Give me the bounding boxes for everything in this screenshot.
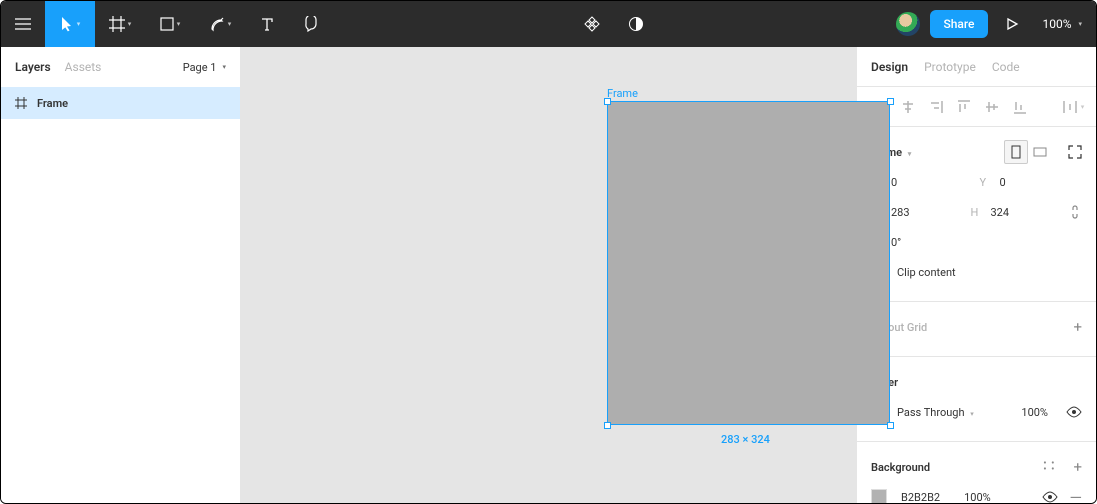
selected-frame[interactable] [607, 101, 890, 425]
components-icon[interactable] [570, 1, 614, 47]
opacity-input[interactable]: 100% [1021, 406, 1048, 419]
visibility-toggle[interactable] [1066, 406, 1082, 418]
layer-name: Frame [37, 97, 68, 110]
align-bottom-icon[interactable] [1007, 94, 1033, 120]
pen-tool[interactable]: ▾ [195, 1, 245, 47]
bg-color-swatch[interactable] [871, 489, 887, 503]
background-title: Background [871, 461, 930, 474]
frame-label[interactable]: Frame [607, 87, 638, 100]
add-layout-grid-button[interactable]: + [1073, 318, 1082, 336]
orientation-portrait[interactable] [1004, 140, 1028, 164]
distribute-icon[interactable]: ▾ [1060, 94, 1086, 120]
chevron-down-icon: ▾ [77, 20, 81, 28]
comment-tool[interactable] [289, 1, 333, 47]
move-tool[interactable]: ▾ [45, 1, 95, 47]
chevron-down-icon: ▾ [177, 20, 181, 28]
zoom-value: 100% [1042, 17, 1071, 31]
bg-opacity-input[interactable]: 100% [964, 491, 991, 504]
align-right-icon[interactable] [923, 94, 949, 120]
layer-section: Layer Pass Through ▾ 100% [857, 357, 1096, 442]
align-top-icon[interactable] [951, 94, 977, 120]
frame-tool[interactable]: ▾ [95, 1, 145, 47]
tab-code[interactable]: Code [992, 60, 1020, 74]
y-input[interactable]: Y0 [980, 176, 1083, 189]
align-vcenter-icon[interactable] [979, 94, 1005, 120]
page-label: Page 1 [183, 61, 217, 74]
layout-grid-section: Layout Grid + [857, 302, 1096, 357]
tab-assets[interactable]: Assets [65, 60, 102, 74]
resize-to-fit-icon[interactable] [1068, 145, 1082, 159]
constrain-proportions-icon[interactable] [1070, 204, 1082, 220]
zoom-select[interactable]: 100% ▾ [1034, 17, 1096, 31]
avatar[interactable] [896, 12, 920, 36]
bg-hex-input[interactable]: B2B2B2 [901, 491, 940, 504]
bg-visibility-toggle[interactable] [1042, 491, 1058, 503]
tab-design[interactable]: Design [871, 60, 908, 74]
align-hcenter-icon[interactable] [895, 94, 921, 120]
background-section: Background • •• • + B2B2B2 100% — [857, 442, 1096, 503]
height-input[interactable]: H324 [971, 206, 1065, 219]
clip-content-label: Clip content [897, 266, 956, 279]
style-picker-icon[interactable]: • •• • [1043, 461, 1055, 473]
resize-handle-se[interactable] [887, 422, 894, 429]
text-tool[interactable] [245, 1, 289, 47]
resize-handle-sw[interactable] [604, 422, 611, 429]
mask-icon[interactable] [614, 1, 658, 47]
remove-fill-button[interactable]: — [1070, 488, 1083, 504]
chevron-down-icon: ▾ [128, 20, 132, 28]
frame-icon [15, 97, 27, 109]
chevron-down-icon: ▾ [1079, 20, 1083, 28]
add-fill-button[interactable]: + [1073, 458, 1082, 476]
canvas[interactable]: Frame 283 × 324 [241, 47, 856, 503]
frame-section: Frame ▾ X0 Y0 W283 H324 [857, 127, 1096, 302]
page-select[interactable]: Page 1 ▾ [183, 61, 226, 74]
blend-mode-select[interactable]: Pass Through ▾ [897, 406, 974, 419]
tab-layers[interactable]: Layers [15, 60, 51, 74]
right-panel: Design Prototype Code ▾ Frame ▾ [856, 47, 1096, 503]
chevron-down-icon: ▾ [228, 20, 232, 28]
share-button[interactable]: Share [930, 10, 989, 38]
present-button[interactable] [990, 1, 1034, 47]
orientation-landscape[interactable] [1028, 140, 1052, 164]
resize-handle-nw[interactable] [604, 98, 611, 105]
resize-handle-ne[interactable] [887, 98, 894, 105]
chevron-down-icon: ▾ [222, 63, 226, 71]
layer-row-frame[interactable]: Frame [1, 87, 240, 119]
dimension-label: 283 × 324 [721, 433, 770, 446]
top-toolbar: ▾ ▾ ▾ ▾ Share [1, 1, 1096, 47]
tab-prototype[interactable]: Prototype [924, 60, 976, 74]
menu-button[interactable] [1, 1, 45, 47]
left-panel: Layers Assets Page 1 ▾ Frame [1, 47, 241, 503]
shape-tool[interactable]: ▾ [145, 1, 195, 47]
align-row: ▾ [857, 87, 1096, 127]
